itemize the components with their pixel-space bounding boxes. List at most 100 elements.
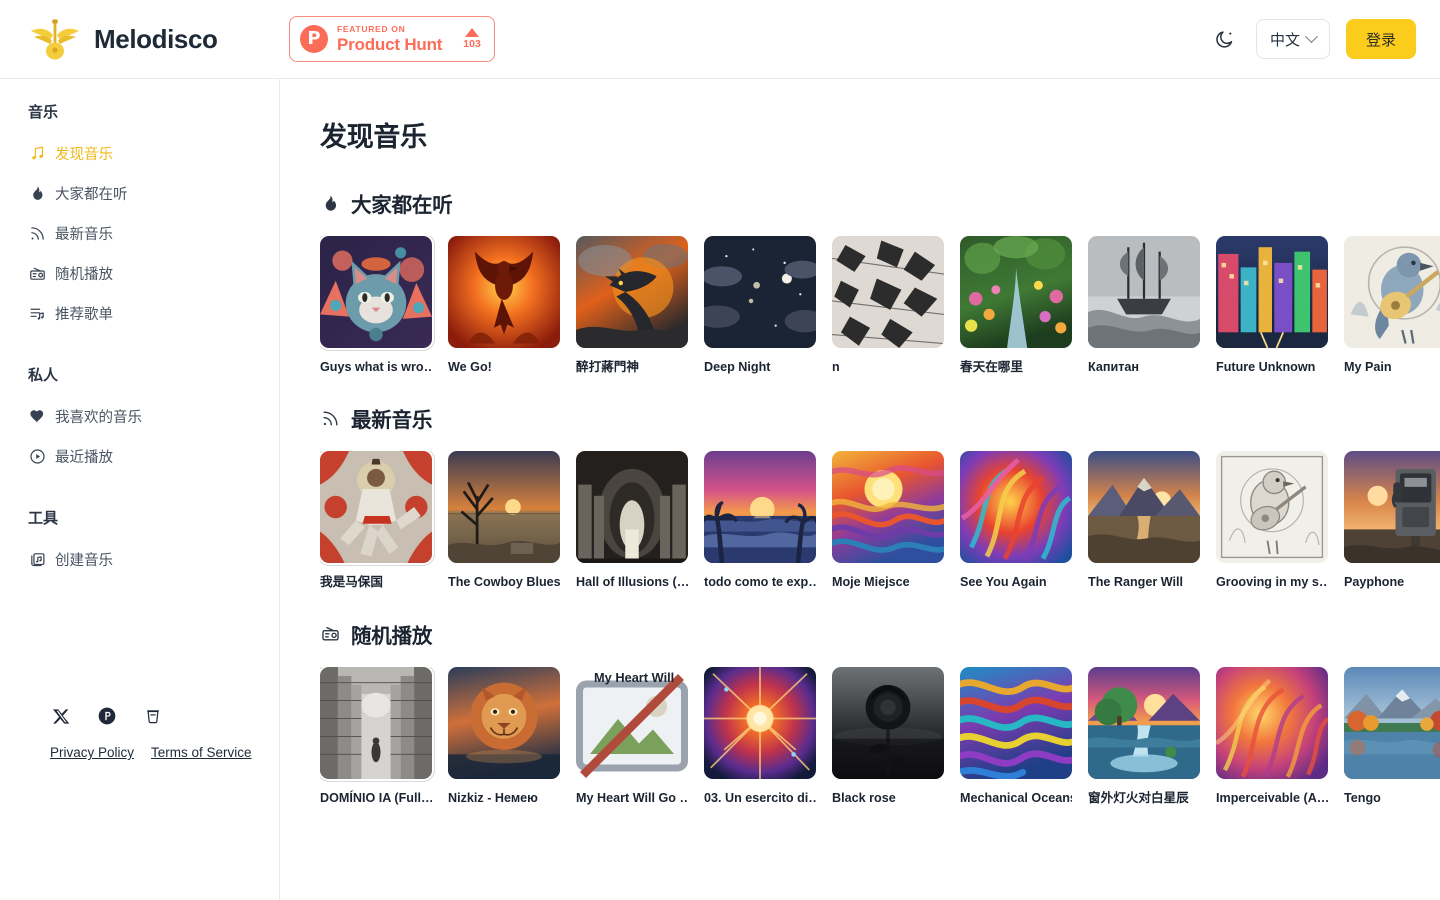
- sidebar-group: 工具 创建音乐: [0, 507, 279, 579]
- track-card[interactable]: DOMÍNIO IA (Full…: [320, 666, 435, 806]
- album-artwork: [1216, 236, 1328, 348]
- track-title: todo como te exp…: [704, 575, 816, 590]
- sidebar-group-title: 音乐: [28, 104, 59, 121]
- track-title: The Ranger Will: [1088, 575, 1184, 590]
- language-label: 中文: [1269, 31, 1300, 49]
- track-card[interactable]: n: [832, 236, 944, 375]
- main-content: 发现音乐 大家都在听 Guys what is wro… We Go! 醉打蔣門神 De…: [280, 79, 1440, 900]
- caret-up-icon: [465, 28, 480, 37]
- track-card-row[interactable]: Guys what is wro… We Go! 醉打蔣門神 Deep Night n 春…: [320, 236, 1440, 375]
- section-title: 最新音乐: [351, 409, 433, 433]
- track-card[interactable]: Moje Miejsce: [832, 451, 944, 590]
- x-twitter-icon[interactable]: [50, 705, 72, 727]
- track-title: See You Again: [960, 575, 1047, 590]
- track-title: My Pain: [1344, 360, 1392, 374]
- track-card[interactable]: See You Again: [960, 451, 1072, 590]
- album-artwork: [1216, 451, 1328, 564]
- track-card[interactable]: 春天在哪里: [960, 236, 1072, 375]
- track-card[interactable]: My Pain: [1344, 236, 1440, 375]
- section-title: 大家都在听: [351, 194, 453, 217]
- music-section: 最新音乐我是马保国 The Cowboy Blues Hall of Illusio…: [320, 403, 1440, 590]
- broken-image-placeholder: My Heart Will: [576, 666, 688, 779]
- sections-container: 大家都在听 Guys what is wro… We Go! 醉打蔣門神 Deep Ni…: [320, 188, 1440, 806]
- sidebar-item-play-circle[interactable]: 最近播放: [28, 436, 279, 476]
- play-circle-icon: [28, 447, 46, 465]
- broken-image-alt-text: My Heart Will: [594, 669, 675, 685]
- track-card[interactable]: todo como te exp…: [704, 451, 816, 590]
- sidebar-item-music-note[interactable]: 发现音乐: [28, 133, 279, 173]
- login-button[interactable]: 登录: [1346, 19, 1416, 59]
- sidebar-nav: 音乐 发现音乐 大家都在听 最新音乐 随机播放 推荐歌单 私人 我喜欢的音乐 最近播放 工具 创建音…: [0, 101, 279, 579]
- track-card[interactable]: Tengo: [1344, 666, 1440, 806]
- language-selector[interactable]: 中文: [1255, 19, 1330, 59]
- sidebar-item-rss[interactable]: 最新音乐: [28, 213, 279, 253]
- track-card[interactable]: Black rose: [832, 666, 944, 806]
- brand-block[interactable]: Melodisco: [0, 17, 280, 61]
- product-hunt-icon[interactable]: [96, 705, 118, 727]
- track-card[interactable]: The Cowboy Blues: [448, 451, 560, 590]
- track-card-row[interactable]: 我是马保国 The Cowboy Blues Hall of Illusions (…: [320, 451, 1440, 590]
- track-card[interactable]: Imperceivable (A…: [1216, 666, 1328, 806]
- rss-icon: [28, 224, 46, 242]
- chevron-down-icon: [1305, 29, 1318, 43]
- sidebar-group: 私人 我喜欢的音乐 最近播放: [0, 364, 279, 476]
- track-card[interactable]: The Ranger Will: [1088, 451, 1200, 590]
- sidebar-item-label: 我喜欢的音乐: [55, 409, 142, 426]
- track-card[interactable]: Deep Night: [704, 236, 816, 375]
- privacy-policy-link[interactable]: Privacy Policy: [50, 745, 134, 760]
- track-card[interactable]: 醉打蔣門神: [576, 236, 688, 375]
- sidebar-item-heart-filled[interactable]: 我喜欢的音乐: [28, 396, 279, 436]
- heart-filled-icon: [28, 407, 46, 425]
- track-card[interactable]: Future Unknown: [1216, 236, 1328, 375]
- track-card[interactable]: 我是马保国: [320, 451, 435, 590]
- coffee-cup-icon[interactable]: [142, 705, 164, 727]
- brand-name: Melodisco: [94, 23, 218, 54]
- track-card[interactable]: Payphone: [1344, 451, 1440, 590]
- track-title: 醉打蔣門神: [576, 360, 639, 374]
- track-title: My Heart Will Go …: [576, 790, 688, 805]
- page-title: 发现音乐: [320, 122, 427, 152]
- album-artwork: [576, 451, 688, 564]
- music-section: 大家都在听 Guys what is wro… We Go! 醉打蔣門神 Deep Ni…: [320, 188, 1440, 375]
- track-card[interactable]: 窗外灯火对白星辰: [1088, 666, 1200, 806]
- track-card[interactable]: We Go!: [448, 236, 560, 375]
- album-artwork: [704, 666, 816, 779]
- track-card[interactable]: My Heart Will My Heart Will Go …: [576, 666, 688, 806]
- moon-icon[interactable]: [1210, 24, 1240, 54]
- track-card[interactable]: Nizkiz - Немею: [448, 666, 560, 806]
- winged-guitar-logo-icon: [28, 17, 82, 61]
- header-actions: 中文 登录: [1210, 19, 1440, 59]
- sidebar-item-label: 随机播放: [55, 266, 113, 283]
- album-artwork: [832, 236, 944, 348]
- track-card[interactable]: Капитан: [1088, 236, 1200, 375]
- sidebar-item-flame[interactable]: 大家都在听: [28, 173, 279, 213]
- track-title: DOMÍNIO IA (Full…: [320, 790, 432, 805]
- social-links: [50, 705, 279, 727]
- ph-vote-count: 103: [463, 38, 481, 50]
- product-hunt-icon: P: [300, 25, 328, 53]
- track-card[interactable]: 03. Un esercito di…: [704, 666, 816, 806]
- product-hunt-badge[interactable]: P FEATURED ON Product Hunt 103: [289, 16, 495, 62]
- track-card-row[interactable]: DOMÍNIO IA (Full… Nizkiz - Немею My Heart …: [320, 666, 1440, 806]
- track-title: Moje Miejsce: [832, 575, 910, 590]
- album-artwork: [1344, 666, 1440, 779]
- album-artwork: [448, 451, 560, 564]
- track-card[interactable]: Hall of Illusions (…: [576, 451, 688, 590]
- sidebar-group: 音乐发现音乐 大家都在听 最新音乐随机播放推荐歌单: [0, 101, 279, 333]
- album-artwork: [832, 666, 944, 779]
- flame-icon: [28, 184, 46, 202]
- rss-icon: [320, 408, 340, 428]
- sidebar-item-radio[interactable]: 随机播放: [28, 253, 279, 293]
- playlist-icon: [28, 304, 46, 322]
- track-card[interactable]: Mechanical Oceans: [960, 666, 1072, 806]
- track-card[interactable]: Grooving in my s…: [1216, 451, 1328, 590]
- section-header: 最新音乐: [320, 403, 1440, 433]
- sidebar-item-playlist[interactable]: 推荐歌单: [28, 293, 279, 333]
- album-artwork: [704, 236, 816, 348]
- track-title: 窗外灯火对白星辰: [1088, 790, 1189, 805]
- sidebar-item-create-music[interactable]: 创建音乐: [28, 539, 279, 579]
- terms-of-service-link[interactable]: Terms of Service: [151, 745, 252, 760]
- section-header: 随机播放: [320, 619, 1440, 649]
- track-card[interactable]: Guys what is wro…: [320, 236, 435, 375]
- ph-featured-label: FEATURED ON: [337, 23, 406, 34]
